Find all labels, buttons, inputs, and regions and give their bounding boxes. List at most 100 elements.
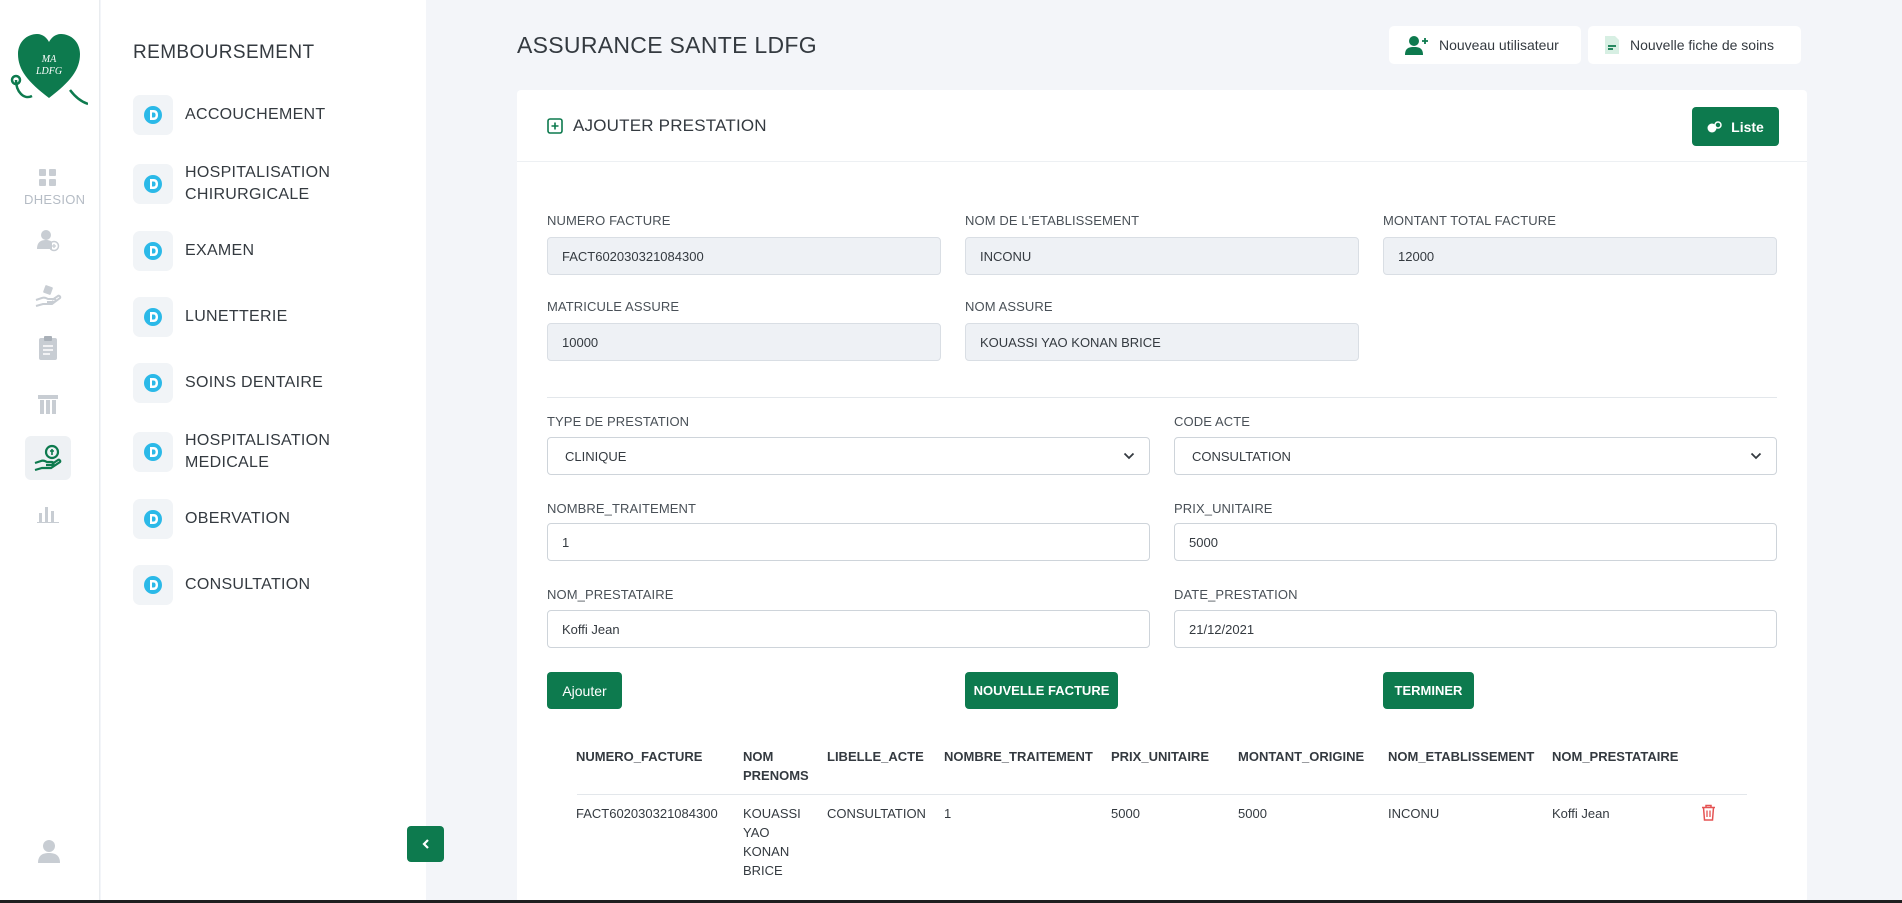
submenu-item-label: HOSPITALISATION MEDICALE [185,432,331,471]
hand-care-icon [35,285,62,307]
service-date-input[interactable]: 21/12/2021 [1174,610,1777,648]
table-header-nom-etablissement: NOM_ETABLISSEMENT [1388,749,1535,764]
list-button[interactable]: Liste [1692,107,1779,146]
cell-prix-unitaire: 5000 [1111,806,1140,821]
card-header: AJOUTER PRESTATION Liste [517,90,1807,162]
invoice-number-label: NUMERO FACTURE [547,213,671,228]
cell-nom-prestataire: Koffi Jean [1552,806,1610,821]
page-title: ASSURANCE SANTE LDFG [517,32,817,58]
d-badge-icon [144,175,162,193]
submenu-item-hospitalisation-chirurgicale[interactable]: HOSPITALISATION CHIRURGICALE [133,162,330,206]
submenu-item-soins-dentaire[interactable]: SOINS DENTAIRE [133,363,323,403]
d-badge-icon [144,374,162,392]
new-user-button[interactable]: Nouveau utilisateur [1389,26,1581,64]
d-badge-icon [144,242,162,260]
user-icon [38,840,60,863]
rail-stats[interactable] [25,492,71,536]
submenu-item-label: SOINS DENTAIRE [185,374,324,391]
cell-nom-etablissement: INCONU [1388,806,1440,821]
submenu-item-label: OBERVATION [185,510,291,527]
table-header-montant-origine: MONTANT_ORIGINE [1238,749,1365,764]
invoice-total-field[interactable]: 12000 [1383,237,1777,275]
submenu-item-icon [133,432,173,472]
icon-rail: MA LDFG DHESION [0,0,100,903]
table-header-prix-unitaire: PRIX_UNITAIRE [1111,749,1209,764]
rail-profile[interactable] [36,838,62,869]
rail-add-user[interactable] [25,218,71,262]
table-header-divider [577,794,1747,795]
toggle-icon [1707,120,1722,132]
submenu-item-hospitalisation-medicale[interactable]: HOSPITALISATION MEDICALE [133,430,330,474]
provider-name-input[interactable]: Koffi Jean [547,610,1150,648]
page-scrollbar[interactable] [1893,0,1902,903]
act-code-select[interactable]: CONSULTATION [1174,437,1777,475]
bar-chart-icon [37,507,59,523]
table-header-nombre-traitement: NOMBRE_TRAITEMENT [944,749,1093,764]
rail-hand-care[interactable] [25,274,71,318]
establishment-name-label: NOM DE L'ETABLISSEMENT [965,213,1140,228]
cell-nombre-traitement: 1 [944,806,952,821]
submenu-item-obervation[interactable]: OBERVATION [133,499,290,539]
submenu-item-accouchement[interactable]: ACCOUCHEMENT [133,95,326,135]
service-date-label: DATE_PRESTATION [1174,587,1298,602]
insured-id-label: MATRICULE ASSURE [547,299,680,314]
table-header-nom-prestataire: NOM_PRESTATAIRE [1552,749,1679,764]
submenu-item-consultation[interactable]: CONSULTATION [133,565,310,605]
establishment-name-field[interactable]: INCONU [965,237,1359,275]
reimbursement-icon [34,444,62,472]
card-title: AJOUTER PRESTATION [547,116,767,136]
submenu-item-lunetterie[interactable]: LUNETTERIE [133,297,288,337]
treatment-count-input[interactable]: 1 [547,523,1150,561]
list-button-label: Liste [1731,118,1764,135]
trash-icon[interactable] [1701,804,1716,821]
invoice-total-label: MONTANT TOTAL FACTURE [1383,213,1557,228]
table-header-numero-facture: NUMERO_FACTURE [576,749,703,764]
d-badge-icon [144,308,162,326]
rail-building[interactable] [25,382,71,426]
submenu-item-label: CONSULTATION [185,576,311,593]
rail-reimbursement[interactable] [25,436,71,480]
unit-price-label: PRIX_UNITAIRE [1174,501,1273,516]
invoice-number-field[interactable]: FACT602030321084300 [547,237,941,275]
logo-text-1: MA [41,54,57,65]
unit-price-input[interactable]: 5000 [1174,523,1777,561]
cell-nom-prenoms: KOUASSI YAO KONAN BRICE [743,806,801,878]
collapse-sidebar-button[interactable] [407,826,444,862]
logo-text-2: LDFG [35,66,62,77]
table-header-nom-prenoms: NOM PRENOMS [743,749,809,783]
new-care-sheet-button[interactable]: Nouvelle fiche de soins [1588,26,1801,64]
add-user-icon [1405,36,1428,55]
logo[interactable]: MA LDFG [10,20,88,110]
submenu-item-icon [133,363,173,403]
submenu-item-icon [133,95,173,135]
new-care-sheet-label: Nouvelle fiche de soins [1630,37,1774,53]
insured-id-field[interactable]: 10000 [547,323,941,361]
submenu-item-examen[interactable]: EXAMEN [133,231,254,271]
act-code-label: CODE ACTE [1174,414,1251,429]
chevron-down-icon [1123,452,1135,460]
rail-clipboard[interactable] [25,326,71,370]
submenu-item-label: EXAMEN [185,242,255,259]
table-header-libelle-acte: LIBELLE_ACTE [827,749,924,764]
submenu-item-label: HOSPITALISATION CHIRURGICALE [185,164,331,203]
submenu-item-icon [133,499,173,539]
submenu-item-icon [133,231,173,271]
submenu-item-icon [133,164,173,204]
add-button[interactable]: Ajouter [547,672,622,709]
chevron-down-icon [1750,452,1762,460]
new-invoice-button[interactable]: NOUVELLE FACTURE [965,672,1118,709]
cell-libelle-acte: CONSULTATION [827,806,926,821]
finish-button[interactable]: TERMINER [1383,672,1474,709]
submenu-item-icon [133,297,173,337]
submenu-title: REMBOURSEMENT [133,42,315,63]
cell-numero-facture: FACT602030321084300 [576,806,718,821]
service-type-select[interactable]: CLINIQUE [547,437,1150,475]
clipboard-icon [39,336,57,360]
insured-name-field[interactable]: KOUASSI YAO KONAN BRICE [965,323,1359,361]
card-title-text: AJOUTER PRESTATION [573,116,767,135]
plus-square-icon [547,118,563,134]
d-badge-icon [144,443,162,461]
d-badge-icon [144,510,162,528]
insured-name-label: NOM ASSURE [965,299,1053,314]
d-badge-icon [144,576,162,594]
